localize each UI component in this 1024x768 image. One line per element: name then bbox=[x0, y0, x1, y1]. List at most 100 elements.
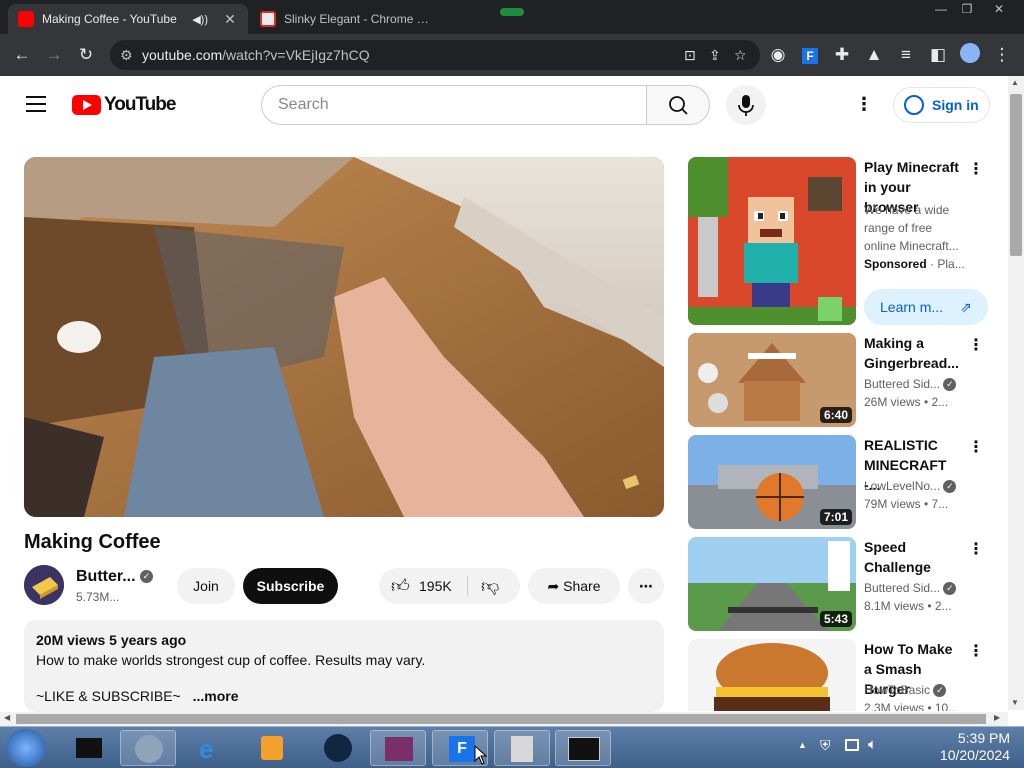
video-title: Making Coffee bbox=[24, 531, 161, 553]
address-bar[interactable]: ⚙ youtube.com/watch?v=VkEjIgz7hCQ ⊡ ⇪ ☆ bbox=[110, 40, 760, 70]
recommendation-kebab-icon[interactable]: ⋮ bbox=[968, 437, 984, 457]
reload-icon[interactable]: ↻ bbox=[74, 43, 98, 67]
like-thumb-up-icon[interactable]: 👍︎ bbox=[391, 568, 410, 604]
voice-search-button[interactable] bbox=[726, 85, 766, 125]
taskbar-app-winrar-icon[interactable] bbox=[370, 730, 426, 766]
recommendation-meta: 79M views • 7... bbox=[864, 497, 949, 511]
burger-thumbnail-image bbox=[688, 639, 856, 711]
butter-avatar-icon bbox=[24, 565, 64, 605]
taskbar-app-globe-icon[interactable] bbox=[310, 730, 366, 766]
taskbar-app-terminal-icon[interactable] bbox=[555, 730, 611, 766]
video-player[interactable] bbox=[24, 157, 664, 517]
scroll-down-arrow-icon[interactable]: ▼ bbox=[1011, 698, 1019, 707]
view-stats: 20M views 5 years ago bbox=[36, 632, 187, 648]
recommendation-item[interactable]: 7:01 REALISTIC MINECRAFT -... LowLevelNo… bbox=[688, 435, 993, 531]
recommendation-item[interactable]: 6:40 Making a Gingerbread... Buttered Si… bbox=[688, 333, 993, 429]
more-actions-button[interactable]: ⋯ bbox=[628, 568, 664, 604]
extension-globe-icon[interactable]: ◉ bbox=[766, 43, 790, 67]
side-panel-icon[interactable]: ◧ bbox=[926, 43, 950, 67]
recommendation-channel[interactable]: LowLevelNo... bbox=[864, 479, 940, 493]
recommendation-thumbnail[interactable] bbox=[688, 639, 856, 711]
scroll-right-arrow-icon[interactable]: ▶ bbox=[994, 713, 1000, 722]
sponsored-ad-card[interactable]: Play Minecraft in your browser We have a… bbox=[688, 157, 993, 327]
video-frame bbox=[24, 157, 664, 517]
search-icon bbox=[669, 96, 688, 115]
site-info-icon[interactable]: ⚙ bbox=[120, 40, 133, 70]
recommendation-thumbnail[interactable]: 7:01 bbox=[688, 435, 856, 529]
tab-making-coffee[interactable]: Making Coffee - YouTube ◀)) ✕ bbox=[8, 4, 248, 34]
browser-menu-icon[interactable]: ⋮ bbox=[990, 43, 1014, 67]
recommendation-kebab-icon[interactable]: ⋮ bbox=[968, 335, 984, 355]
recommendation-item[interactable]: 5:43 Speed Challenge Buttered Sid... ✓ 8… bbox=[688, 537, 993, 633]
duration-badge: 5:43 bbox=[819, 611, 852, 627]
start-button-icon[interactable] bbox=[6, 729, 46, 767]
recommendation-title[interactable]: Making a Gingerbread... bbox=[864, 333, 964, 373]
extension-flask-icon[interactable]: ▲ bbox=[862, 43, 886, 67]
recommendation-meta: 8.1M views • 2... bbox=[864, 599, 952, 613]
recommendation-channel[interactable]: HowToBasic bbox=[864, 683, 930, 697]
taskbar-app-chrome-icon[interactable] bbox=[120, 730, 176, 766]
vertical-scrollbar-thumb[interactable] bbox=[1010, 94, 1022, 256]
taskbar-app-installer-icon[interactable] bbox=[494, 730, 550, 766]
minimize-window-button[interactable]: — bbox=[928, 0, 954, 18]
description-text-2: ~LIKE & SUBSCRIBE~ bbox=[36, 688, 181, 704]
back-arrow-icon[interactable]: ← bbox=[10, 43, 34, 67]
scroll-left-arrow-icon[interactable]: ◀ bbox=[4, 713, 10, 722]
recommendation-title[interactable]: Speed Challenge bbox=[864, 537, 964, 577]
search-button[interactable] bbox=[646, 85, 710, 125]
recommendation-kebab-icon[interactable]: ⋮ bbox=[968, 641, 984, 661]
url-host: youtube.com bbox=[142, 47, 223, 63]
recommendation-channel[interactable]: Buttered Sid... bbox=[864, 581, 940, 595]
recommendation-thumbnail[interactable]: 5:43 bbox=[688, 537, 856, 631]
recommendation-thumbnail[interactable]: 6:40 bbox=[688, 333, 856, 427]
tray-network-icon[interactable] bbox=[845, 739, 859, 751]
taskbar-app-explorer-icon[interactable] bbox=[60, 730, 116, 766]
profile-avatar-icon[interactable] bbox=[958, 43, 982, 67]
channel-name-row[interactable]: Butter... ✓ bbox=[76, 568, 154, 586]
join-button[interactable]: Join bbox=[177, 568, 235, 604]
tray-expand-icon[interactable]: ▲ bbox=[798, 740, 807, 750]
media-queue-icon[interactable]: ≡ bbox=[894, 43, 918, 67]
system-clock[interactable]: 5:39 PM 10/20/2024 bbox=[900, 730, 1010, 764]
bookmark-star-icon[interactable]: ☆ bbox=[734, 40, 747, 70]
tray-shield-icon[interactable]: ⛨ bbox=[820, 737, 831, 754]
dislike-thumb-down-icon[interactable]: 👎︎ bbox=[481, 568, 499, 604]
ad-kebab-icon[interactable]: ⋮ bbox=[968, 159, 984, 179]
extension-indicator-icon bbox=[500, 8, 524, 16]
restore-window-button[interactable]: ❐ bbox=[954, 0, 980, 18]
sign-in-button[interactable]: Sign in bbox=[893, 87, 990, 123]
like-count[interactable]: 195K bbox=[419, 568, 452, 604]
channel-avatar[interactable] bbox=[24, 565, 64, 605]
taskbar-app-media-player-icon[interactable] bbox=[245, 730, 301, 766]
recommendation-item[interactable]: How To Make a Smash Burger HowToBasic ✓ … bbox=[688, 639, 993, 711]
channel-name[interactable]: Butter... bbox=[76, 568, 136, 585]
audio-playing-icon: ◀)) bbox=[192, 13, 208, 26]
share-button[interactable]: ➦ Share bbox=[528, 568, 620, 604]
extensions-puzzle-icon[interactable]: ✚ bbox=[830, 43, 854, 67]
close-window-button[interactable]: ✕ bbox=[986, 0, 1012, 18]
recommendation-channel[interactable]: Buttered Sid... bbox=[864, 377, 940, 391]
horizontal-scrollbar-thumb[interactable] bbox=[16, 714, 986, 724]
close-tab-icon[interactable]: ✕ bbox=[222, 11, 238, 28]
ad-thumbnail[interactable] bbox=[688, 157, 856, 325]
install-app-icon[interactable]: ⊡ bbox=[684, 40, 696, 70]
description-text: How to make worlds strongest cup of coff… bbox=[36, 652, 426, 668]
browser-toolbar: ← → ↻ ⚙ youtube.com/watch?v=VkEjIgz7hCQ … bbox=[0, 34, 1024, 76]
show-more-link[interactable]: ...more bbox=[193, 688, 239, 704]
scroll-up-arrow-icon[interactable]: ▲ bbox=[1011, 78, 1019, 87]
taskbar-app-ie-icon[interactable]: e bbox=[185, 730, 241, 766]
sign-in-label: Sign in bbox=[932, 97, 979, 113]
tab-slinky-elegant[interactable]: Slinky Elegant - Chrome We bbox=[250, 4, 440, 34]
guide-menu-icon[interactable] bbox=[26, 96, 46, 112]
settings-kebab-icon[interactable]: ⋮ bbox=[852, 94, 876, 118]
share-page-icon[interactable]: ⇪ bbox=[709, 40, 721, 70]
forward-arrow-icon[interactable]: → bbox=[42, 43, 66, 67]
description-box[interactable]: 20M views 5 years ago How to make worlds… bbox=[24, 620, 664, 712]
subscribe-button[interactable]: Subscribe bbox=[243, 568, 338, 604]
search-input[interactable]: Search bbox=[261, 85, 647, 125]
youtube-logo[interactable]: YouTube bbox=[72, 94, 176, 116]
learn-more-button[interactable]: Learn m... ⇗ bbox=[864, 289, 988, 325]
recommendation-kebab-icon[interactable]: ⋮ bbox=[968, 539, 984, 559]
tray-volume-icon[interactable]: 🔈︎ bbox=[868, 736, 877, 753]
extension-f-icon[interactable]: F bbox=[798, 43, 822, 67]
